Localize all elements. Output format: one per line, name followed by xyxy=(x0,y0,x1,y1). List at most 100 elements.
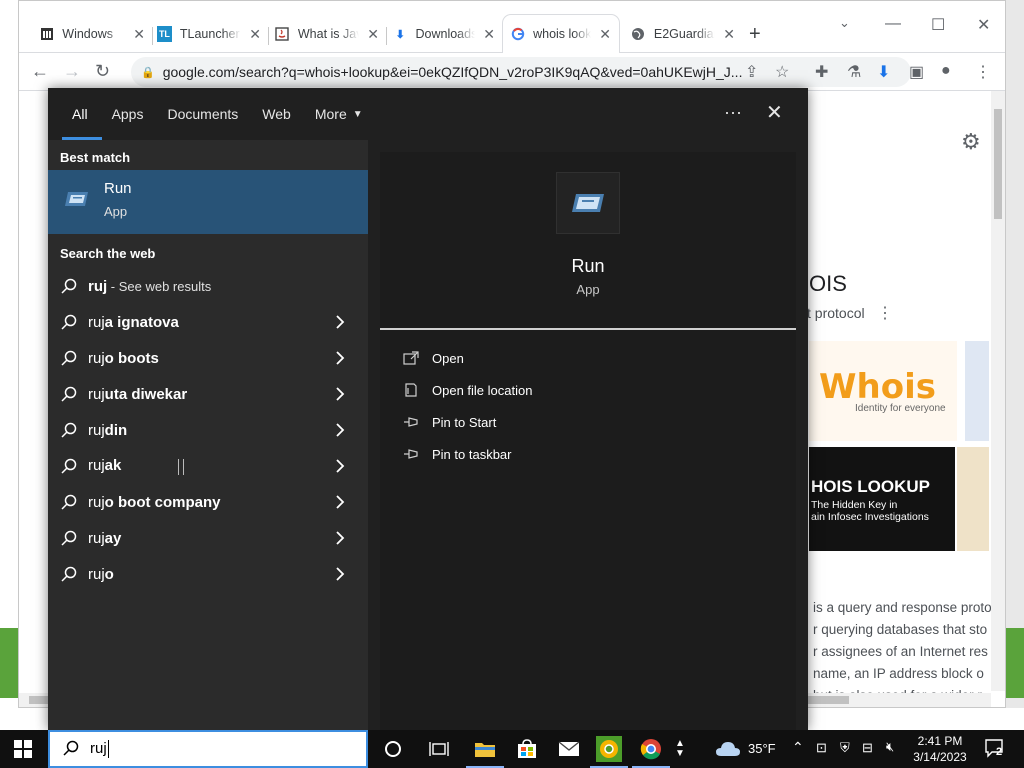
search-filter-tabs: All Apps Documents Web More ▼ xyxy=(48,88,808,140)
chevron-up-icon[interactable]: ⌃ xyxy=(792,739,804,756)
close-icon[interactable]: ✕ xyxy=(599,26,611,43)
web-results-item[interactable]: ruj - See web results xyxy=(48,268,368,304)
card-heading: HOIS LOOKUP xyxy=(811,477,931,496)
tab-title: What is Java xyxy=(297,27,359,41)
chevron-right-icon[interactable] xyxy=(332,495,348,509)
close-icon[interactable]: ✕ xyxy=(367,26,379,43)
more-options-icon[interactable]: ··· xyxy=(724,102,742,123)
share-icon[interactable]: ⇪ xyxy=(745,62,758,82)
weather-cloud-icon[interactable] xyxy=(714,736,742,762)
tab-documents[interactable]: Documents xyxy=(155,88,250,140)
chrome-icon[interactable] xyxy=(632,736,670,768)
chevron-right-icon[interactable] xyxy=(332,351,348,365)
volume-muted-icon[interactable]: 🔇︎ xyxy=(886,739,894,755)
search-icon xyxy=(60,421,78,439)
chevron-right-icon[interactable] xyxy=(332,531,348,545)
chevron-right-icon[interactable] xyxy=(332,459,348,473)
back-button[interactable]: ← xyxy=(31,61,49,82)
notification-center-icon[interactable]: 2 xyxy=(984,738,1006,758)
card-text: The Hidden Key in ain Infosec Investigati… xyxy=(811,499,929,523)
open-file-location-action[interactable]: Open file location xyxy=(402,379,532,401)
suggestion-item[interactable]: rujdin xyxy=(48,412,368,448)
extensions-puzzle-icon[interactable]: ✚ xyxy=(815,62,828,82)
whois-lookup-card-image[interactable]: HOIS LOOKUP The Hidden Key in ain Infosec… xyxy=(809,447,955,551)
flask-icon[interactable]: ⚗ xyxy=(847,62,861,82)
microsoft-store-icon[interactable] xyxy=(514,736,540,762)
windows-start-icon[interactable] xyxy=(14,740,32,758)
pin-to-taskbar-action[interactable]: Pin to taskbar xyxy=(402,443,512,465)
security-icon[interactable]: ⛨ xyxy=(840,740,850,756)
profile-avatar-icon[interactable]: ● xyxy=(941,62,951,80)
search-icon xyxy=(60,277,78,295)
tab-tlauncher[interactable]: TL TLauncher ✕ xyxy=(149,15,269,53)
chevron-right-icon[interactable] xyxy=(332,315,348,329)
reload-button[interactable]: ↻ xyxy=(95,61,110,82)
chevron-right-icon[interactable] xyxy=(332,567,348,581)
network-icon[interactable]: ⊟ xyxy=(862,740,873,756)
close-panel-button[interactable]: ✕ xyxy=(766,100,783,125)
thumbnail-image[interactable] xyxy=(957,447,989,551)
scrollbar-thumb[interactable] xyxy=(994,109,1002,219)
download-icon: ⬇ xyxy=(395,28,405,41)
close-icon[interactable]: ✕ xyxy=(133,26,145,43)
side-panel-icon[interactable]: ▣ xyxy=(909,62,924,82)
suggestion-item[interactable]: rujo boot company xyxy=(48,484,368,520)
new-tab-button[interactable]: + xyxy=(749,23,761,46)
chrome-canary-icon[interactable] xyxy=(590,736,628,768)
open-action[interactable]: Open xyxy=(402,347,464,369)
tab-all[interactable]: All xyxy=(48,88,102,140)
tab-windows[interactable]: Windows ✕ xyxy=(31,15,153,53)
pin-to-start-action[interactable]: Pin to Start xyxy=(402,411,496,433)
suggestion-item[interactable]: rujo xyxy=(48,556,368,592)
chevron-right-icon[interactable] xyxy=(332,387,348,401)
globe-icon xyxy=(631,26,646,42)
run-app-icon xyxy=(62,186,92,214)
system-clock[interactable]: 2:41 PM 3/14/2023 xyxy=(912,733,968,765)
taskbar-search-input[interactable]: ruj xyxy=(48,730,368,768)
best-match-run-app[interactable]: Run App xyxy=(48,170,368,234)
download-indicator-icon[interactable]: ⬇ xyxy=(877,62,890,82)
chevron-right-icon[interactable] xyxy=(332,423,348,437)
minimize-button[interactable]: — xyxy=(885,15,901,33)
suggestion-item[interactable]: rujay xyxy=(48,520,368,556)
close-icon[interactable]: ✕ xyxy=(723,26,735,43)
close-icon[interactable]: ✕ xyxy=(483,26,495,43)
close-window-button[interactable]: ✕ xyxy=(977,15,990,35)
vertical-scrollbar[interactable] xyxy=(991,91,1005,691)
run-app-large-icon xyxy=(556,172,620,234)
suggestion-item[interactable]: rujuta diwekar xyxy=(48,376,368,412)
maximize-button[interactable]: ☐ xyxy=(931,15,945,35)
thumbnail-image[interactable] xyxy=(965,341,989,441)
address-bar[interactable]: 🔒 google.com/search?q=whois+lookup&ei=0e… xyxy=(131,57,911,87)
cortana-icon[interactable] xyxy=(380,736,406,762)
task-view-icon[interactable] xyxy=(426,736,452,762)
suggestion-item[interactable]: rujo boots xyxy=(48,340,368,376)
tab-more[interactable]: More ▼ xyxy=(303,88,375,140)
whois-logo-image[interactable]: Whois Identity for everyone xyxy=(809,341,957,441)
device-icon[interactable]: ⊡ xyxy=(816,740,827,756)
more-options-icon[interactable]: ⋮ xyxy=(877,303,893,323)
detail-app-name: Run xyxy=(571,256,605,276)
tab-apps[interactable]: Apps xyxy=(100,88,156,140)
caret-down-icon: ▼ xyxy=(352,108,363,120)
pin-icon xyxy=(402,448,420,460)
tab-java[interactable]: What is Java ✕ xyxy=(267,15,387,53)
tab-web[interactable]: Web xyxy=(250,88,303,140)
tab-e2guardian[interactable]: E2Guardian ✕ xyxy=(623,15,743,53)
weather-temperature[interactable]: 35°F xyxy=(748,741,776,756)
close-icon[interactable]: ✕ xyxy=(249,26,261,43)
settings-gear-icon[interactable]: ⚙ xyxy=(961,129,981,155)
tab-whois-lookup[interactable]: whois lookup ✕ xyxy=(503,15,619,53)
bookmark-star-icon[interactable]: ☆ xyxy=(775,62,789,82)
tab-downloads[interactable]: ⬇ Downloads ✕ xyxy=(385,15,503,53)
forward-button[interactable]: → xyxy=(63,61,81,82)
tab-title: whois lookup xyxy=(533,27,592,41)
suggestion-item[interactable]: ruja ignatova xyxy=(48,304,368,340)
suggestion-item[interactable]: rujak xyxy=(48,448,368,484)
mail-icon[interactable] xyxy=(556,736,582,762)
menu-kebab-icon[interactable]: ⋮ xyxy=(975,62,991,82)
file-explorer-icon[interactable] xyxy=(466,736,504,768)
taskbar-scroll-arrows-icon[interactable]: ▲ ▼ xyxy=(672,736,688,762)
tab-search-chevron-icon[interactable]: ⌄ xyxy=(839,15,850,31)
search-input-value: ruj xyxy=(90,739,107,757)
